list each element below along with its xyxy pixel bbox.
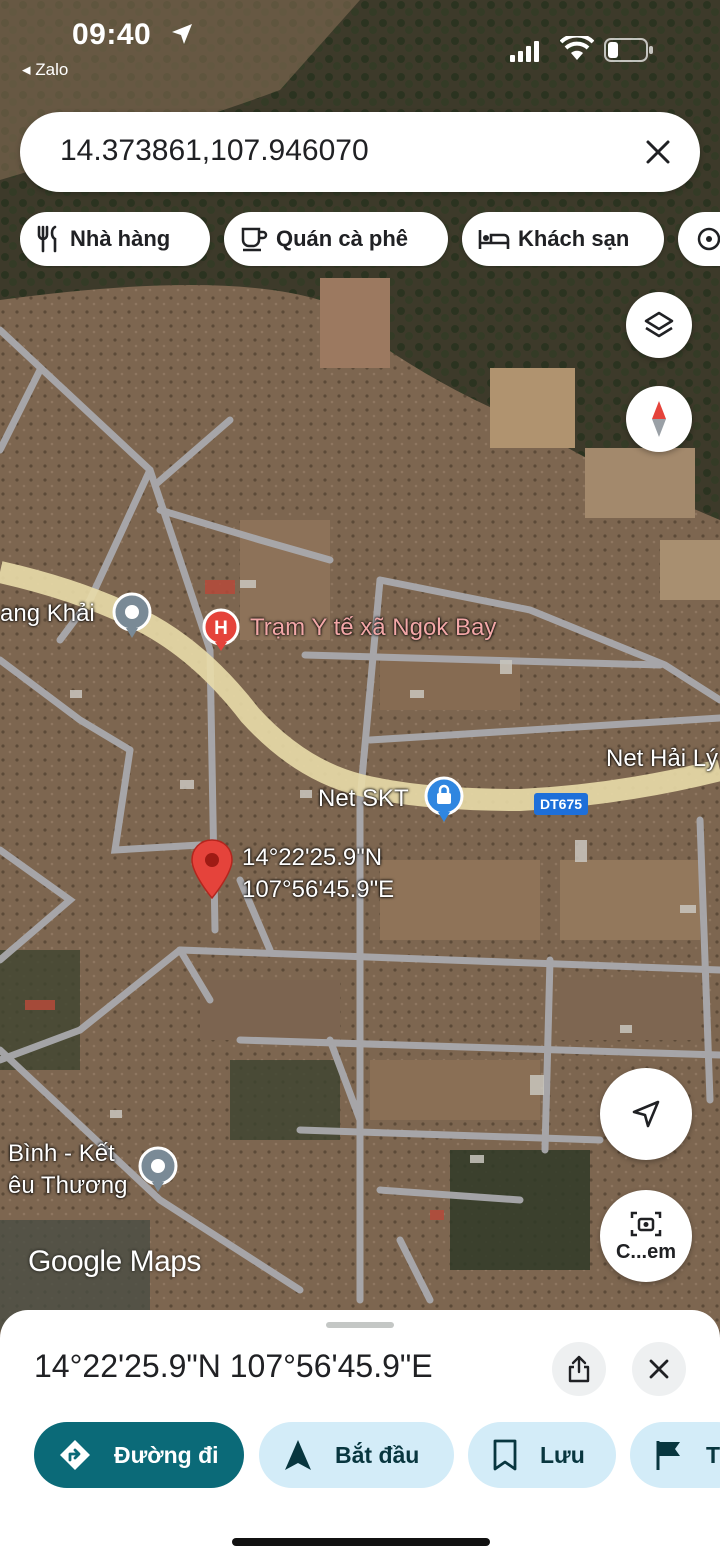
chip-cafes[interactable]: Quán cà phê	[224, 212, 448, 266]
search-input[interactable]	[60, 134, 620, 168]
restaurant-icon	[37, 225, 57, 253]
place-bottom-sheet[interactable]: 14°22'25.9"N 107°56'45.9"E Đường đi Bắt …	[0, 1310, 720, 1560]
pin-coordinate-lat: 14°22'25.9"N	[242, 844, 383, 871]
clear-search-icon[interactable]	[642, 136, 674, 168]
pin-coordinate-lng: 107°56'45.9"E	[242, 876, 395, 903]
share-button[interactable]	[552, 1342, 606, 1396]
status-bar: 09:40 ◂ Zalo	[0, 0, 720, 90]
action-label: Bắt đầu	[335, 1441, 420, 1468]
chip-label: Khách sạn	[518, 226, 630, 251]
camera-label: C...em	[615, 1240, 677, 1263]
directions-icon	[60, 1440, 90, 1470]
google-maps-watermark: Google Maps	[28, 1245, 201, 1278]
navigation-icon	[285, 1440, 311, 1470]
directions-button[interactable]: Đường đi	[34, 1422, 244, 1488]
my-location-button[interactable]	[600, 1068, 692, 1160]
svg-text:H: H	[214, 618, 228, 639]
coffee-icon	[241, 227, 268, 252]
back-app-label: Zalo	[35, 60, 69, 79]
close-icon	[649, 1359, 669, 1379]
action-label: T	[706, 1441, 720, 1468]
camera-scan-icon	[630, 1211, 662, 1236]
navigation-arrow-icon	[632, 1100, 660, 1128]
flag-icon	[656, 1441, 680, 1470]
action-label: Đường đi	[114, 1441, 219, 1468]
road-badge: DT675	[534, 793, 589, 815]
layers-button[interactable]	[626, 292, 692, 358]
search-bar[interactable]	[20, 112, 700, 192]
chip-label: Quán cà phê	[276, 226, 409, 251]
poi-label[interactable]: êu Thương	[8, 1172, 127, 1200]
place-title: 14°22'25.9"N 107°56'45.9"E	[34, 1348, 433, 1384]
save-button[interactable]: Lưu	[468, 1422, 616, 1488]
compass-button[interactable]	[626, 386, 692, 452]
close-sheet-button[interactable]	[632, 1342, 686, 1396]
drag-handle[interactable]	[326, 1322, 394, 1328]
chip-more[interactable]	[678, 212, 720, 266]
category-chips: Nhà hàng Quán cà phê Khách sạn	[20, 212, 720, 268]
attractions-icon	[697, 227, 720, 251]
poi-label[interactable]: ang Khải	[0, 600, 95, 628]
cellular-signal-icon	[510, 41, 539, 62]
action-buttons: Đường đi Bắt đầu Lưu T	[34, 1422, 720, 1490]
start-button[interactable]: Bắt đầu	[259, 1422, 454, 1488]
clock: 09:40	[72, 18, 152, 51]
wifi-icon	[560, 36, 594, 60]
chip-hotels[interactable]: Khách sạn	[462, 212, 664, 266]
battery-icon	[604, 38, 653, 62]
chip-restaurants[interactable]: Nhà hàng	[20, 212, 210, 266]
back-to-app-link[interactable]: ◂ Zalo	[22, 60, 68, 80]
compass-icon	[652, 401, 666, 437]
bookmark-icon	[493, 1439, 517, 1471]
hotel-icon	[478, 230, 510, 249]
layers-icon	[644, 311, 674, 338]
poi-label[interactable]: Bình - Kết	[8, 1140, 115, 1168]
poi-label[interactable]: Net SKT	[318, 785, 409, 813]
share-icon	[568, 1355, 590, 1383]
label-button[interactable]: T	[630, 1422, 720, 1488]
hospital-label[interactable]: Trạm Y tế xã Ngọk Bay	[250, 614, 496, 642]
street-view-button[interactable]: C...em	[600, 1190, 692, 1282]
chip-label: Nhà hàng	[70, 226, 171, 251]
location-arrow-icon	[172, 24, 192, 44]
poi-label[interactable]: Net Hải Lý	[606, 745, 718, 773]
home-indicator[interactable]	[232, 1538, 490, 1546]
action-label: Lưu	[540, 1441, 585, 1468]
